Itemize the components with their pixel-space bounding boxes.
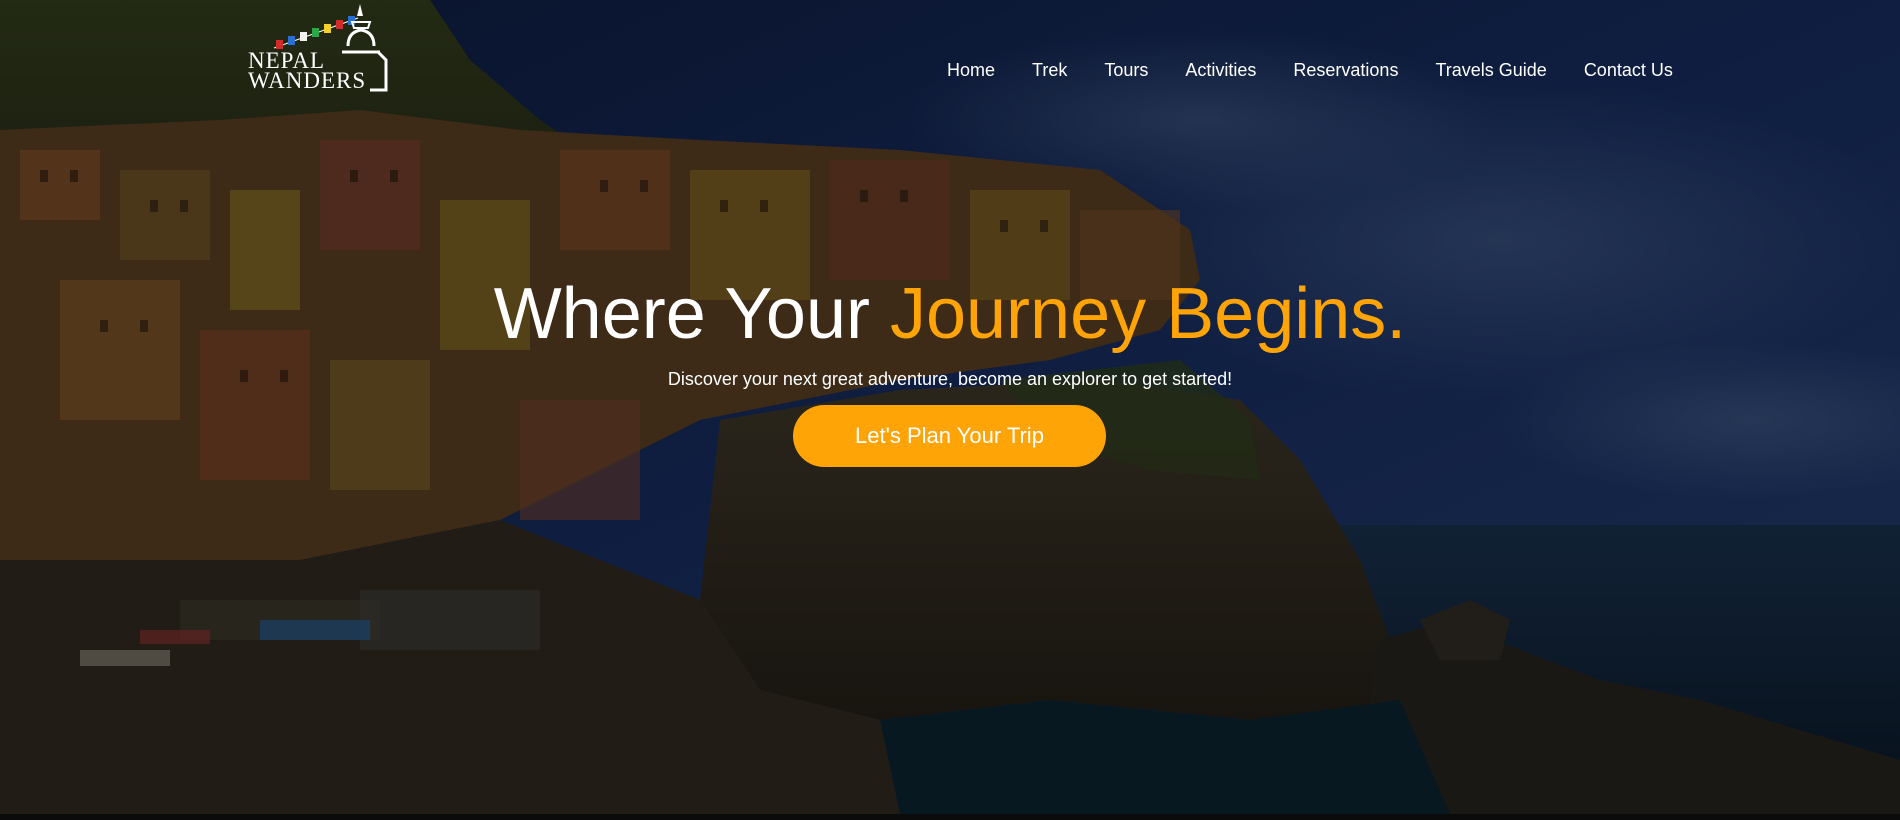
headline-part1: Where Your bbox=[493, 274, 890, 354]
logo-text-line2: WANDERS bbox=[248, 68, 367, 93]
hero-subline: Discover your next great adventure, beco… bbox=[667, 369, 1233, 389]
nav-trek[interactable]: Trek bbox=[1032, 56, 1067, 84]
nav-reservations[interactable]: Reservations bbox=[1293, 56, 1398, 84]
nav-tours[interactable]: Tours bbox=[1104, 56, 1148, 84]
main-nav: Home Trek Tours Activities Reservations … bbox=[947, 56, 1673, 84]
nav-home[interactable]: Home bbox=[947, 56, 995, 84]
nav-travels-guide[interactable]: Travels Guide bbox=[1435, 56, 1546, 84]
nav-activities[interactable]: Activities bbox=[1185, 56, 1256, 84]
brand-logo[interactable]: NEPAL WANDERS bbox=[246, 2, 391, 94]
hero-section: NEPAL WANDERS Home Trek Tours Activities… bbox=[0, 0, 1900, 814]
bottom-edge bbox=[0, 814, 1900, 820]
hero-headline: Where Your Journey Begins. bbox=[0, 270, 1900, 358]
nav-contact-us[interactable]: Contact Us bbox=[1584, 56, 1673, 84]
plan-trip-button[interactable]: Let's Plan Your Trip bbox=[793, 405, 1106, 467]
headline-accent: Journey Begins. bbox=[889, 274, 1407, 354]
